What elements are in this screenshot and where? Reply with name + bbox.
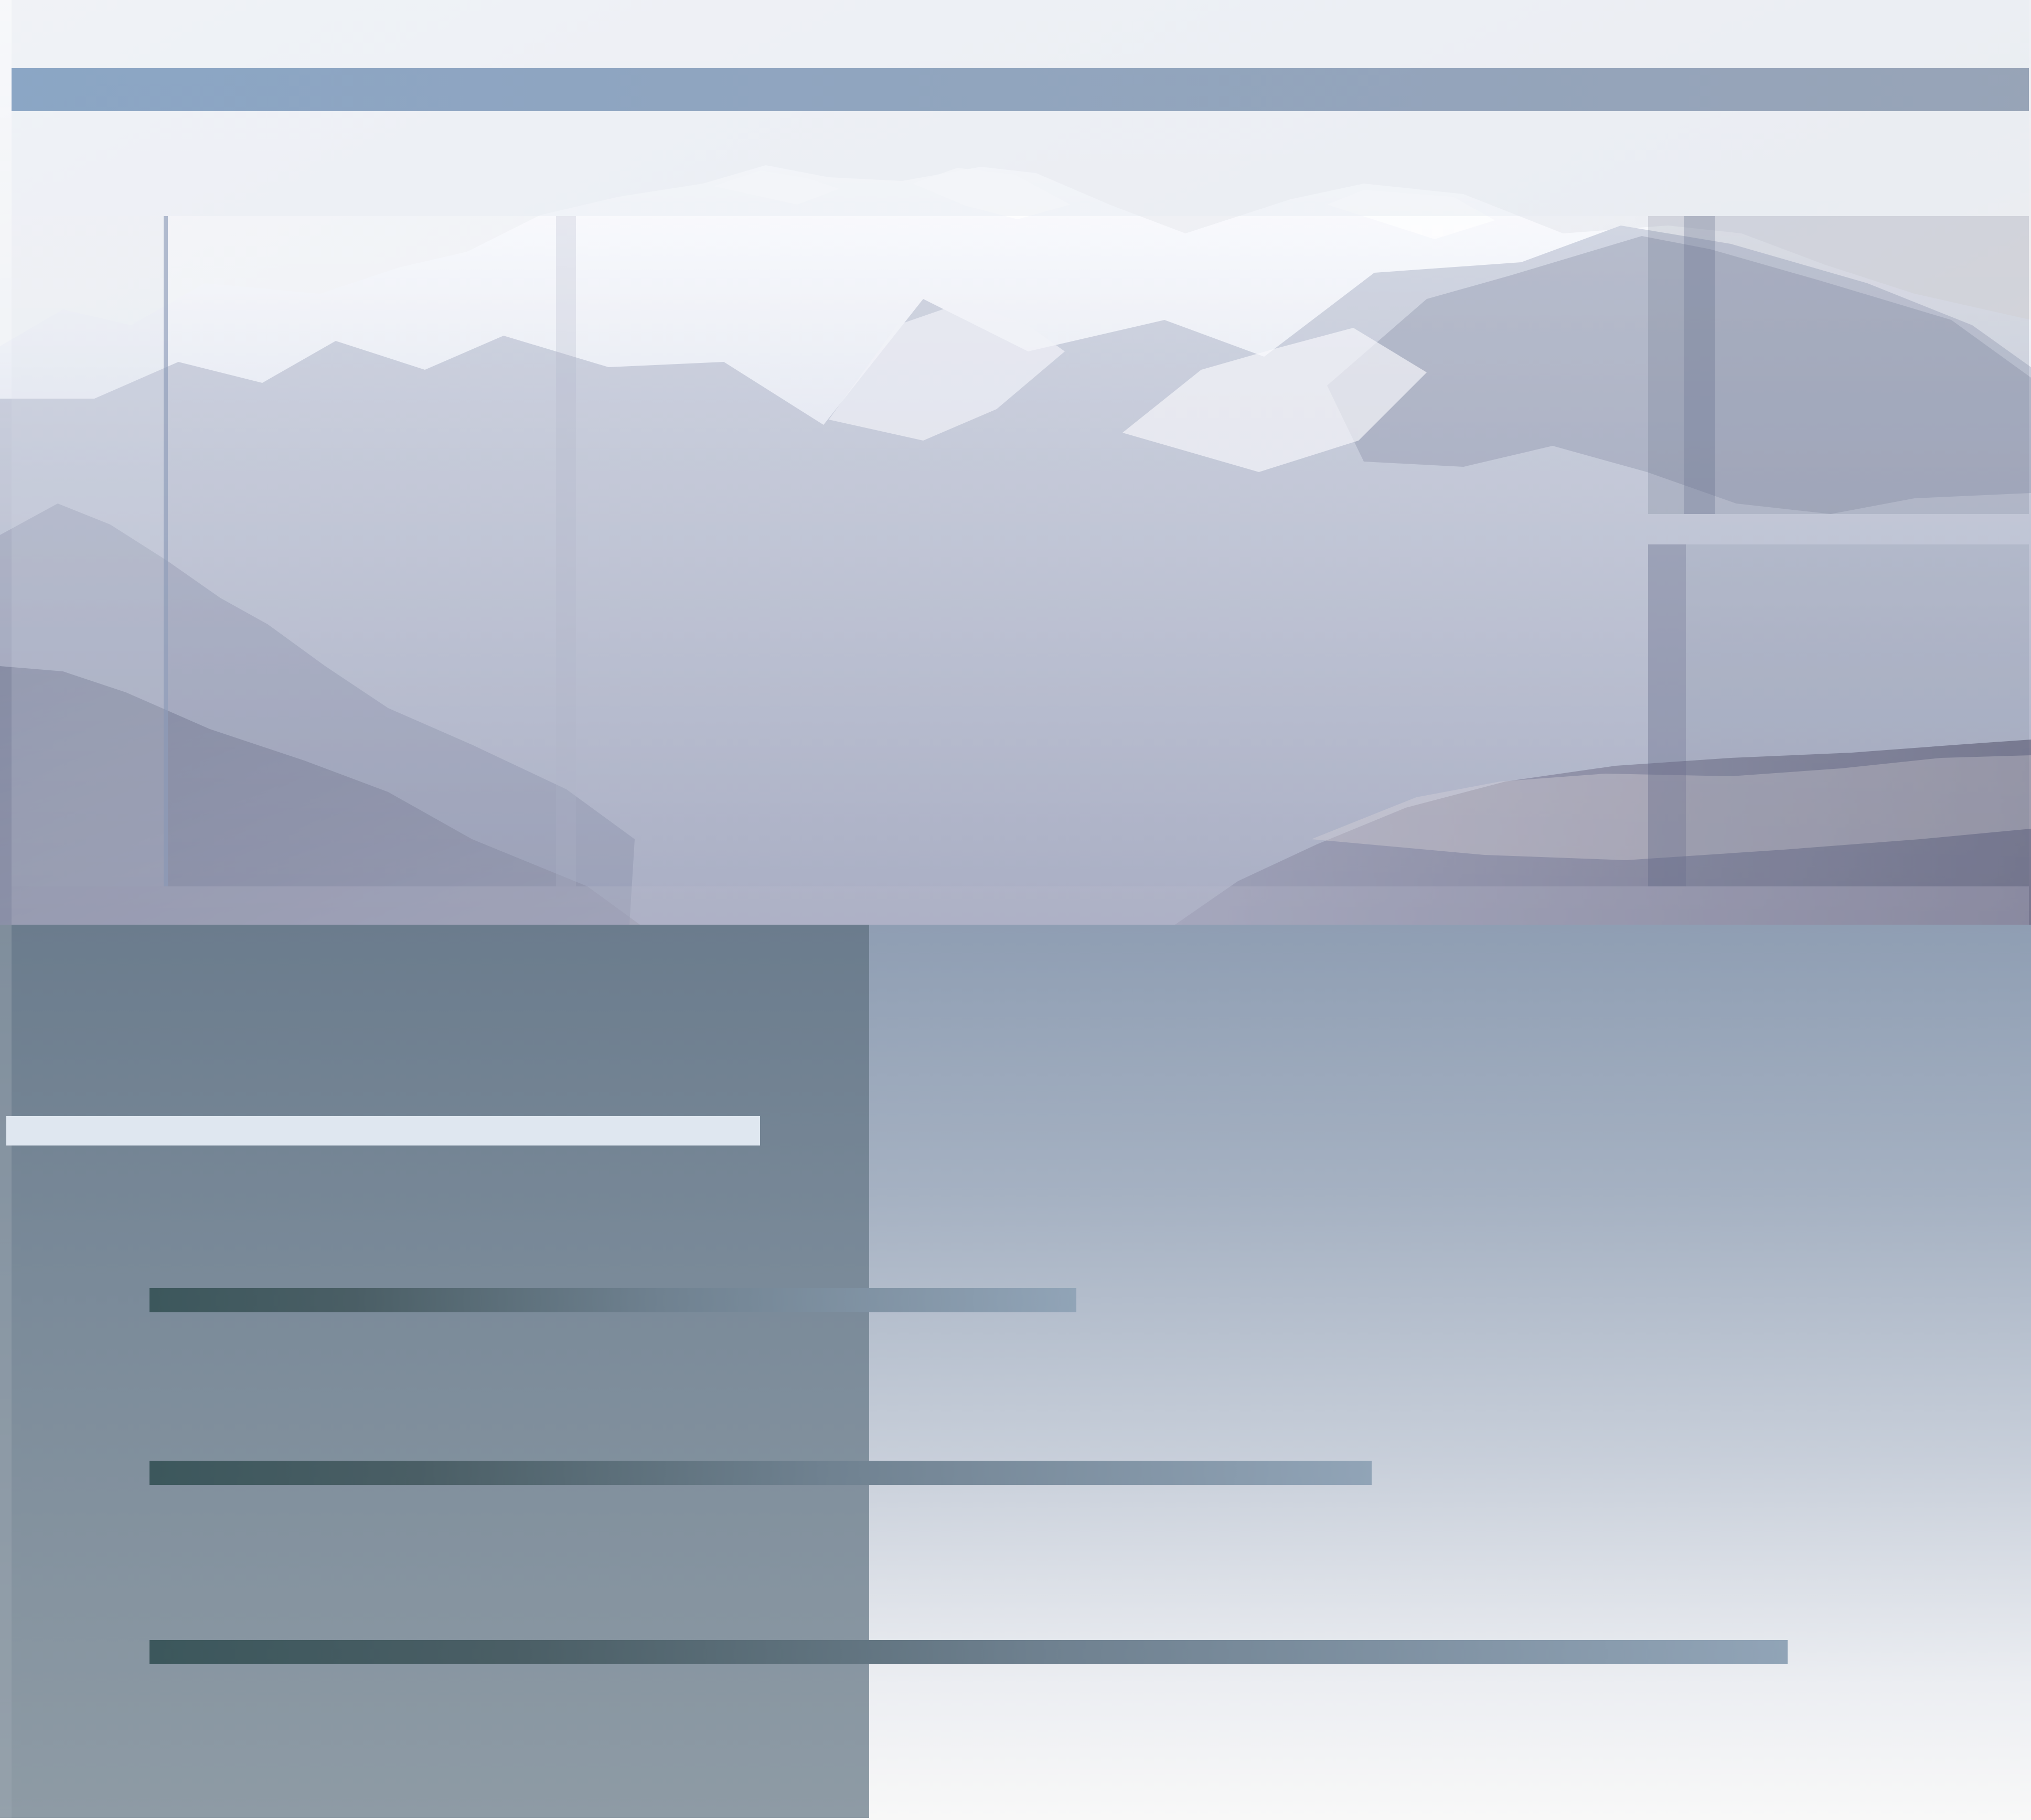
header-bar	[12, 68, 2029, 111]
hero-section	[0, 0, 2031, 925]
left-panel-edge	[0, 925, 12, 1818]
left-column-panel	[12, 216, 168, 886]
progress-bar-2	[149, 1461, 1372, 1485]
progress-bar-1	[149, 1288, 1076, 1312]
progress-fill-2	[149, 1461, 1372, 1485]
column-divider	[556, 216, 576, 886]
label-bar	[6, 1116, 760, 1145]
left-content-panel	[0, 925, 869, 1818]
hero-bottom-band	[12, 886, 2029, 925]
right-panel-bottom	[1648, 544, 2029, 886]
right-panel-top-inner	[1684, 216, 2029, 514]
progress-bar-3	[149, 1640, 1788, 1664]
visual-layout-page	[0, 0, 2031, 1820]
progress-fill-3	[149, 1640, 1788, 1664]
progress-fill-1	[149, 1288, 1076, 1312]
